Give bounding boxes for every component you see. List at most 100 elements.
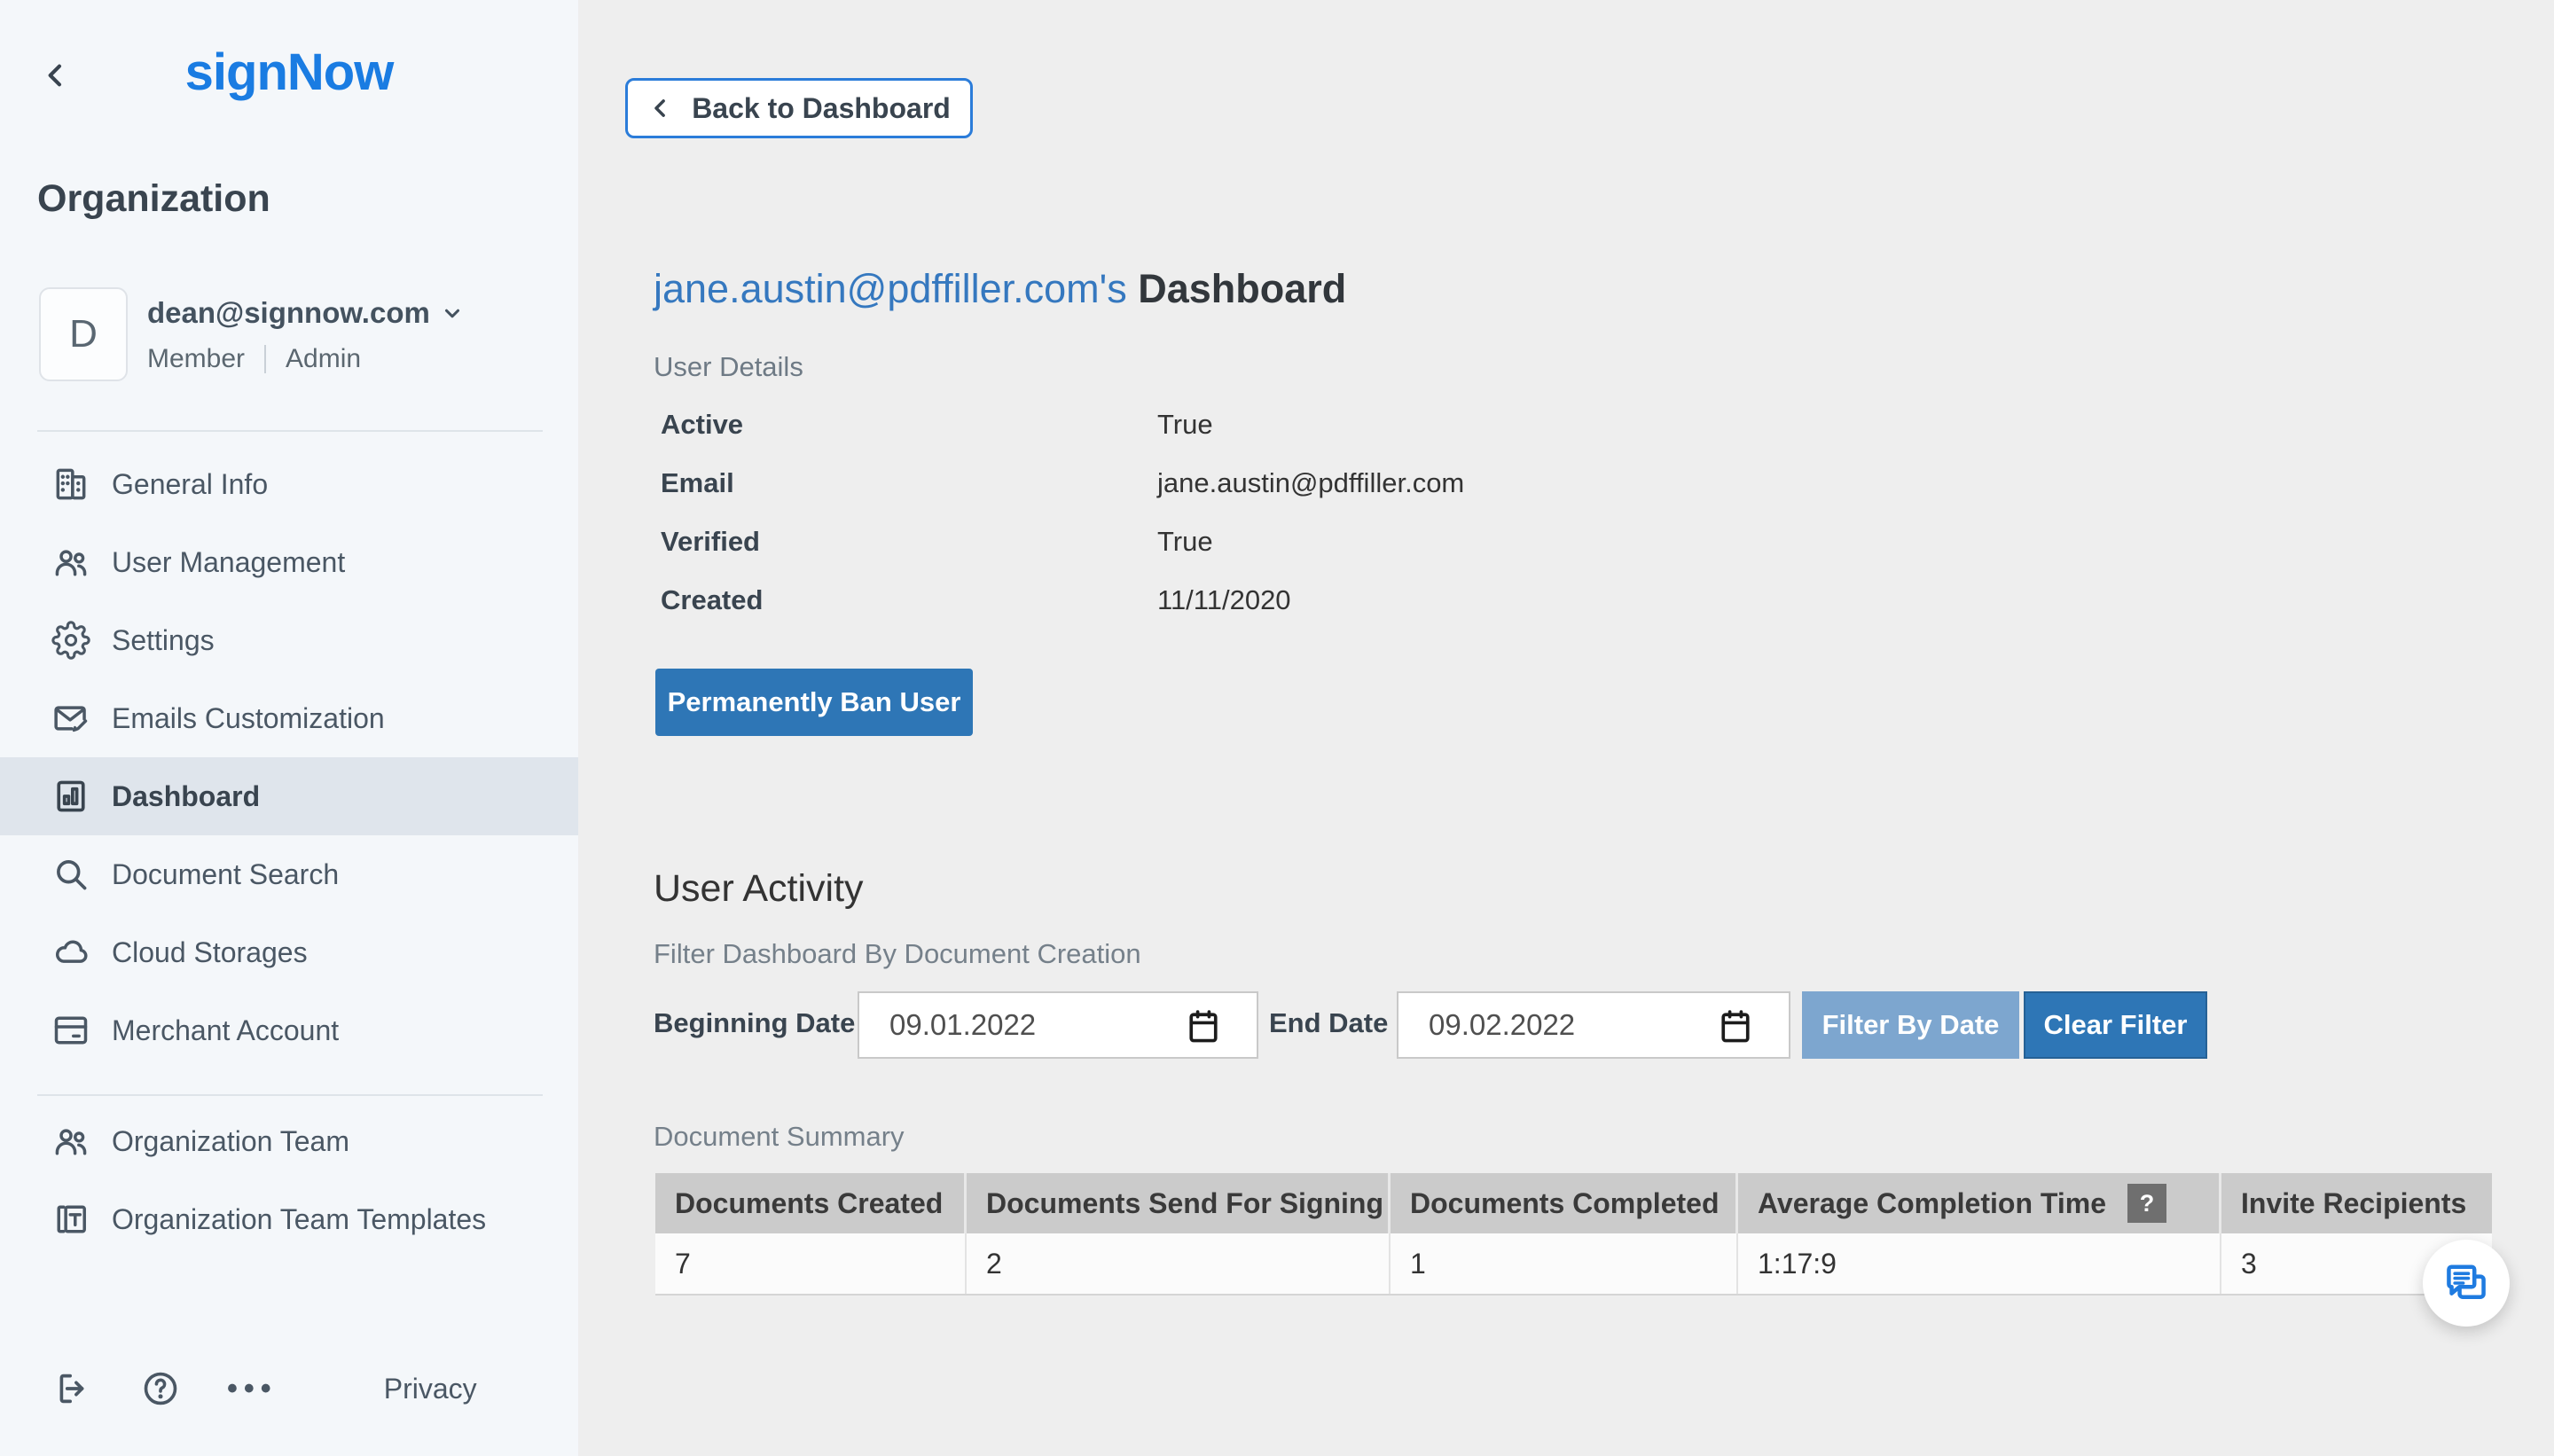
document-summary-table: Documents Created Documents Send For Sig… xyxy=(655,1173,2492,1296)
role-separator xyxy=(264,345,266,373)
sidebar-menu: General Info User Management Settings Em… xyxy=(0,445,578,1069)
summary-cell: 1:17:9 xyxy=(1738,1233,2221,1294)
sidebar-item-organization-team-templates[interactable]: Organization Team Templates xyxy=(0,1180,578,1258)
chevron-left-icon xyxy=(647,95,674,121)
sidebar-item-label: General Info xyxy=(112,468,268,501)
gear-icon xyxy=(51,621,90,660)
user-activity-heading: User Activity xyxy=(654,867,864,911)
template-icon xyxy=(51,1200,90,1239)
sidebar-item-general-info[interactable]: General Info xyxy=(0,445,578,523)
help-icon xyxy=(140,1368,181,1409)
summary-cell: 7 xyxy=(655,1233,967,1294)
table-header-row: Documents Created Documents Send For Sig… xyxy=(655,1173,2492,1233)
cloud-icon xyxy=(51,933,90,972)
detail-value: jane.austin@pdffiller.com xyxy=(1157,467,1464,499)
role-member: Member xyxy=(147,344,245,374)
user-details-heading: User Details xyxy=(654,351,803,383)
date-filter-row: Beginning Date : 09.01.2022 End Date : 0… xyxy=(654,991,2250,1059)
sidebar-item-organization-team[interactable]: Organization Team xyxy=(0,1102,578,1180)
help-badge[interactable]: ? xyxy=(2127,1184,2166,1223)
document-summary-heading: Document Summary xyxy=(654,1121,905,1153)
sidebar-footer: ••• Privacy xyxy=(53,1353,477,1424)
users-icon xyxy=(51,543,90,582)
end-date-value: 09.02.2022 xyxy=(1429,1008,1575,1042)
signnow-organization-dashboard: signNow Organization D dean@signnow.com … xyxy=(0,0,2554,1456)
back-to-dashboard-button[interactable]: Back to Dashboard xyxy=(625,78,973,138)
search-icon xyxy=(51,855,90,894)
logout-icon xyxy=(53,1368,94,1409)
sidebar-divider xyxy=(37,430,543,432)
help-button[interactable] xyxy=(140,1368,181,1409)
account-summary[interactable]: D dean@signnow.com Member Admin xyxy=(39,287,464,381)
sidebar-item-label: Document Search xyxy=(112,858,339,891)
sidebar-item-label: Organization Team Templates xyxy=(112,1203,486,1236)
user-email-link[interactable]: jane.austin@pdffiller.com's xyxy=(654,266,1127,311)
chat-fab-button[interactable] xyxy=(2423,1240,2510,1327)
sidebar: signNow Organization D dean@signnow.com … xyxy=(0,0,578,1456)
user-detail-row: Active True xyxy=(661,395,1464,454)
user-detail-row: Verified True xyxy=(661,513,1464,571)
end-date-input[interactable]: 09.02.2022 xyxy=(1397,991,1790,1059)
sidebar-item-cloud-storages[interactable]: Cloud Storages xyxy=(0,913,578,991)
detail-label: Active xyxy=(661,409,1157,441)
column-header: Average Completion Time ? xyxy=(1738,1173,2221,1233)
beginning-date-input[interactable]: 09.01.2022 xyxy=(858,991,1258,1059)
page-title-suffix: Dashboard xyxy=(1127,266,1347,311)
sidebar-divider xyxy=(37,1094,543,1096)
logout-button[interactable] xyxy=(53,1368,94,1409)
sidebar-item-label: User Management xyxy=(112,546,345,579)
sidebar-item-user-management[interactable]: User Management xyxy=(0,523,578,601)
summary-cell: 1 xyxy=(1391,1233,1738,1294)
more-button[interactable]: ••• xyxy=(227,1372,313,1406)
organization-title: Organization xyxy=(37,177,270,221)
sidebar-item-label: Cloud Storages xyxy=(112,936,308,969)
clear-filter-button[interactable]: Clear Filter xyxy=(2024,991,2207,1059)
calendar-icon[interactable] xyxy=(1184,1007,1223,1046)
avatar: D xyxy=(39,287,128,381)
summary-cell: 2 xyxy=(967,1233,1391,1294)
bar-chart-icon xyxy=(51,777,90,816)
building-icon xyxy=(51,465,90,504)
permanently-ban-user-button[interactable]: Permanently Ban User xyxy=(655,669,973,736)
account-email[interactable]: dean@signnow.com xyxy=(147,296,430,330)
page-title: jane.austin@pdffiller.com's Dashboard xyxy=(654,266,1346,312)
column-header: Documents Created xyxy=(655,1173,967,1233)
account-meta: dean@signnow.com Member Admin xyxy=(147,287,464,381)
credit-card-icon xyxy=(51,1011,90,1050)
ellipsis-icon: ••• xyxy=(227,1372,278,1406)
sidebar-item-emails-customization[interactable]: Emails Customization xyxy=(0,679,578,757)
sidebar-item-label: Dashboard xyxy=(112,780,260,813)
signnow-logo[interactable]: signNow xyxy=(0,43,578,102)
sidebar-secondary-menu: Organization Team Organization Team Temp… xyxy=(0,1102,578,1258)
main-content: Back to Dashboard jane.austin@pdffiller.… xyxy=(578,0,2554,1456)
sidebar-item-settings[interactable]: Settings xyxy=(0,601,578,679)
column-header: Invite Recipients xyxy=(2221,1173,2492,1233)
end-date-label: End Date : xyxy=(1269,1007,1405,1039)
user-details-list: Active True Email jane.austin@pdffiller.… xyxy=(661,395,1464,630)
detail-label: Email xyxy=(661,467,1157,499)
detail-label: Created xyxy=(661,584,1157,616)
filter-by-date-button[interactable]: Filter By Date xyxy=(1802,991,2019,1059)
column-header: Documents Completed xyxy=(1391,1173,1738,1233)
chat-icon xyxy=(2442,1259,2490,1307)
privacy-link[interactable]: Privacy xyxy=(384,1373,477,1405)
sidebar-item-label: Emails Customization xyxy=(112,702,385,735)
detail-label: Verified xyxy=(661,526,1157,558)
user-detail-row: Created 11/11/2020 xyxy=(661,571,1464,630)
sidebar-item-dashboard[interactable]: Dashboard xyxy=(0,757,578,835)
table-row: 7 2 1 1:17:9 3 xyxy=(655,1233,2492,1296)
column-header: Documents Send For Signing xyxy=(967,1173,1391,1233)
detail-value: 11/11/2020 xyxy=(1157,584,1291,616)
chevron-down-icon[interactable] xyxy=(441,301,464,325)
sidebar-item-label: Settings xyxy=(112,624,215,657)
sidebar-item-label: Merchant Account xyxy=(112,1014,339,1047)
detail-value: True xyxy=(1157,526,1213,558)
sidebar-item-document-search[interactable]: Document Search xyxy=(0,835,578,913)
role-admin: Admin xyxy=(286,344,361,374)
calendar-icon[interactable] xyxy=(1716,1007,1755,1046)
sidebar-item-merchant-account[interactable]: Merchant Account xyxy=(0,991,578,1069)
user-detail-row: Email jane.austin@pdffiller.com xyxy=(661,454,1464,513)
beginning-date-value: 09.01.2022 xyxy=(889,1008,1036,1042)
detail-value: True xyxy=(1157,409,1213,441)
filter-caption: Filter Dashboard By Document Creation xyxy=(654,938,1141,970)
